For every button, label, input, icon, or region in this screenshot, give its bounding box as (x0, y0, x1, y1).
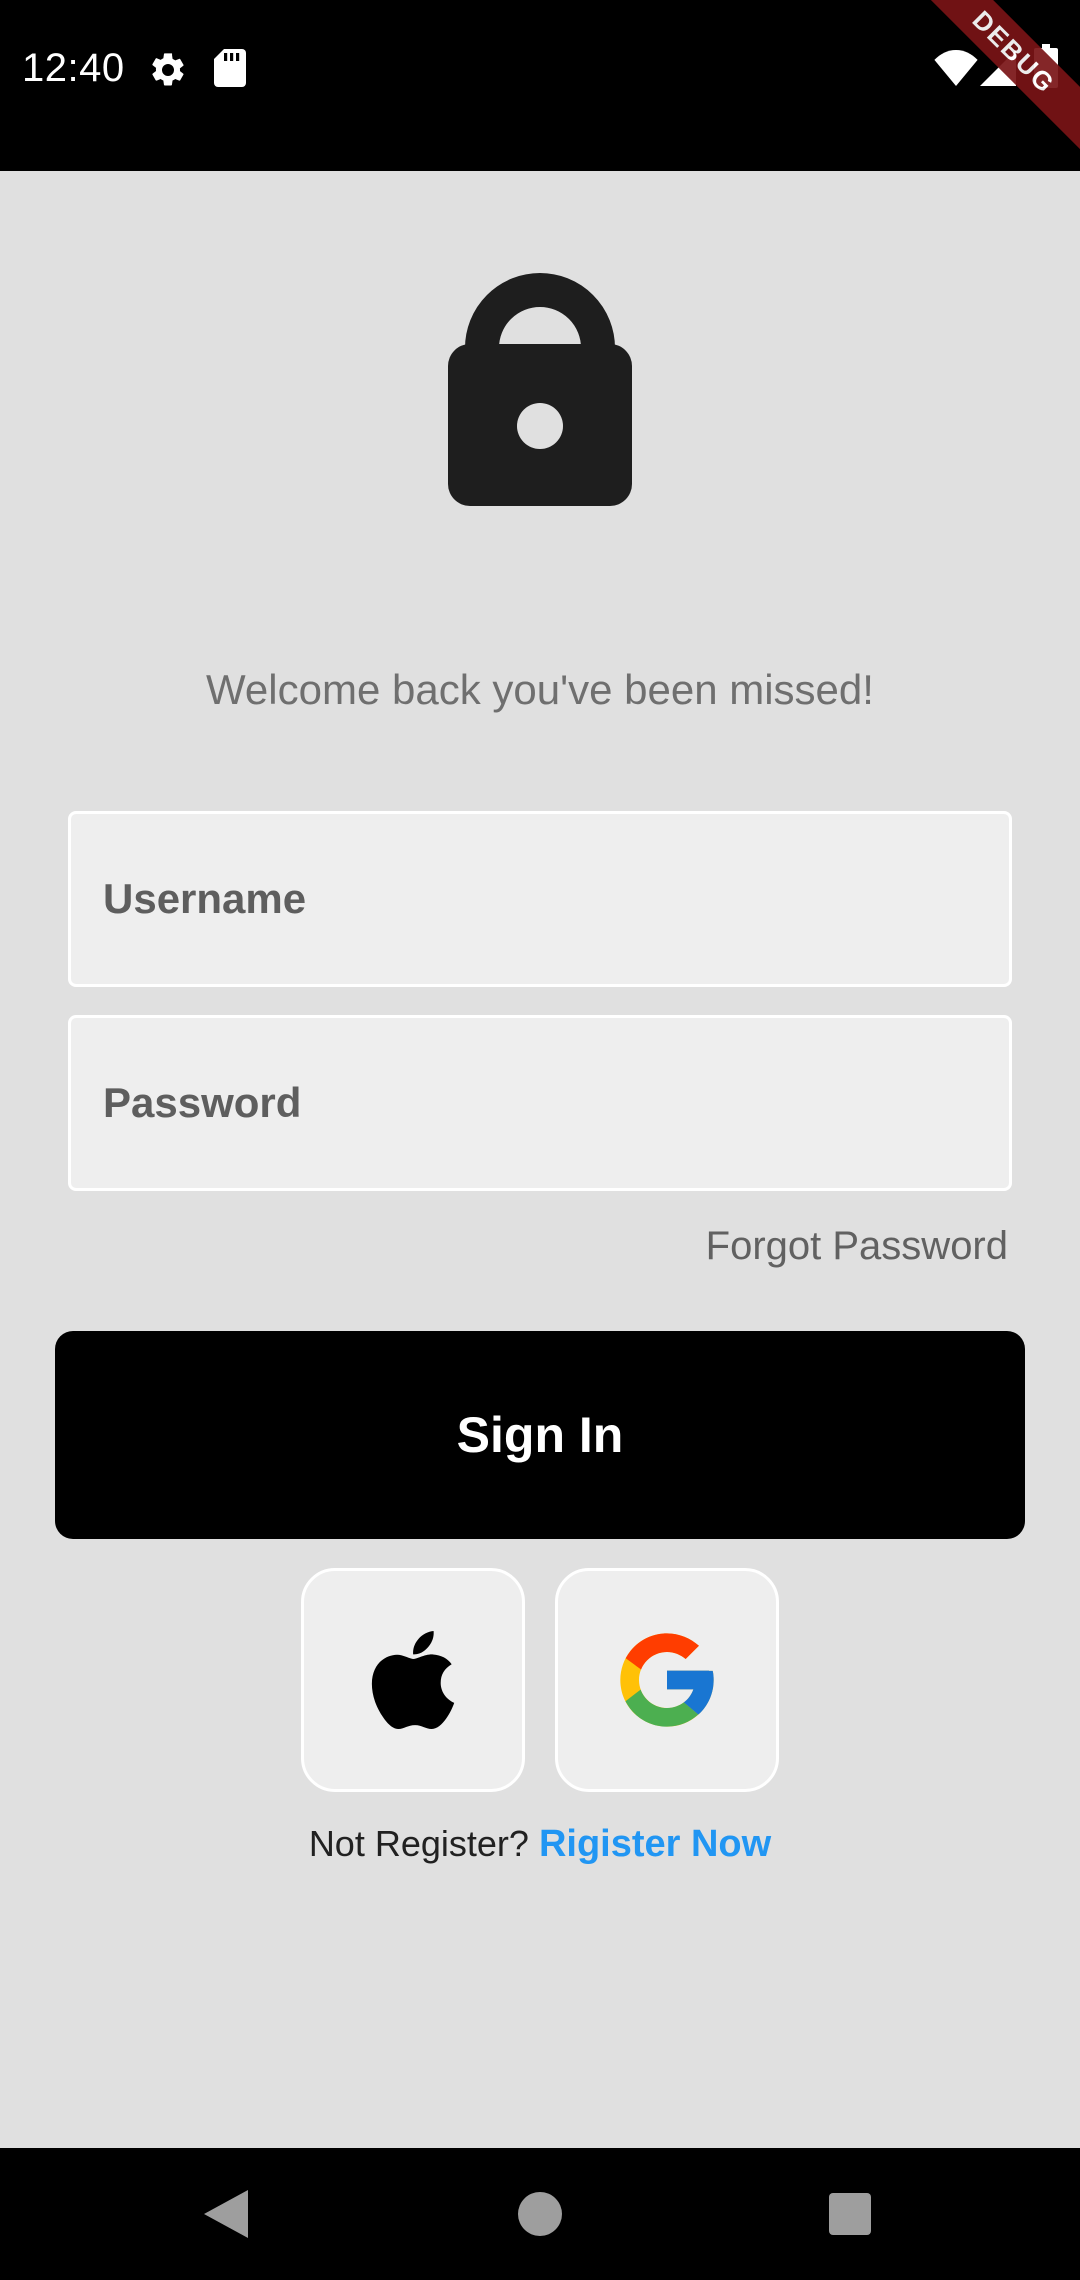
password-field[interactable] (68, 1015, 1012, 1191)
forgot-password-link[interactable]: Forgot Password (706, 1224, 1008, 1269)
nav-back-button[interactable] (160, 2148, 292, 2280)
lock-icon (446, 262, 634, 508)
apple-sign-in-button[interactable] (301, 1568, 525, 1792)
username-field[interactable] (68, 811, 1012, 987)
register-link[interactable]: Rigister Now (539, 1823, 771, 1865)
navigation-bar (0, 2148, 1080, 2280)
google-logo-icon (620, 1633, 714, 1727)
back-icon (204, 2190, 248, 2238)
nav-home-button[interactable] (474, 2148, 606, 2280)
google-sign-in-button[interactable] (555, 1568, 779, 1792)
register-prompt: Not Register? (308, 1823, 529, 1864)
username-input[interactable] (71, 814, 1009, 984)
status-time: 12:40 (22, 46, 125, 90)
home-icon (518, 2192, 562, 2236)
welcome-text: Welcome back you've been missed! (206, 666, 874, 713)
sd-card-icon (214, 49, 246, 92)
nav-recents-button[interactable] (784, 2148, 916, 2280)
status-bar: 12:40 DEBUG (0, 0, 1080, 171)
register-row: Not Register? Rigister Now (0, 1823, 1080, 1866)
apple-logo-icon (371, 1631, 455, 1729)
settings-icon (148, 50, 188, 95)
password-input[interactable] (71, 1018, 1009, 1188)
wifi-icon (934, 50, 978, 91)
recents-icon (829, 2193, 871, 2235)
sign-in-button[interactable]: Sign In (55, 1331, 1025, 1539)
